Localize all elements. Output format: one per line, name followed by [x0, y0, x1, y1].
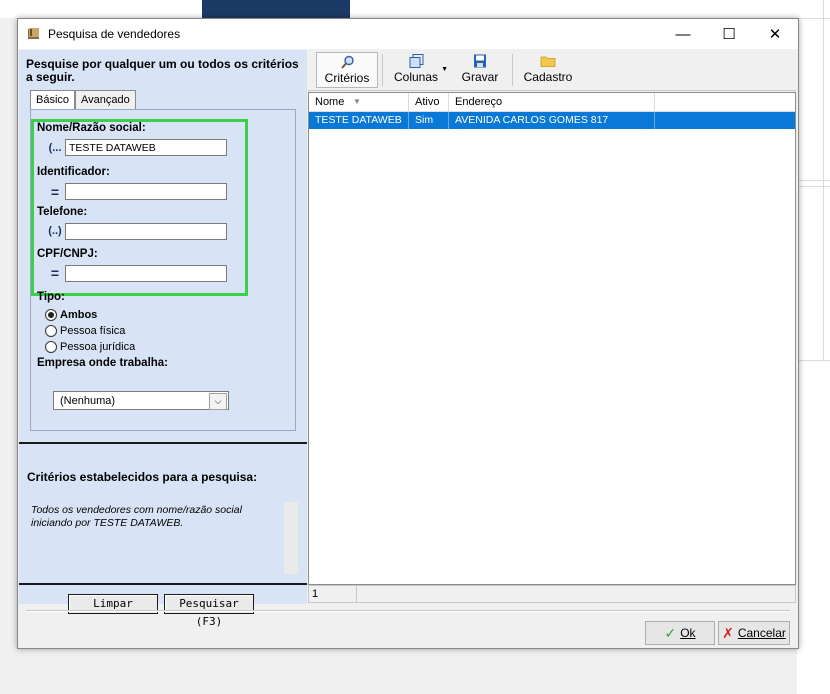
cancel-label: Cancelar	[737, 626, 786, 640]
criteria-panel: Pesquise por qualquer um ou todos os cri…	[19, 50, 307, 628]
radio-pessoa-juridica[interactable]: Pessoa jurídica	[45, 341, 135, 353]
x-icon: ✗	[722, 625, 734, 641]
gravar-label: Gravar	[461, 70, 499, 84]
sort-arrow-icon: ▼	[353, 97, 361, 106]
cancel-button[interactable]: ✗ Cancelar	[718, 621, 790, 645]
window-title: Pesquisa de vendedores	[48, 27, 181, 41]
equals-icon: =	[50, 184, 60, 200]
telefone-input[interactable]	[65, 223, 227, 240]
results-grid[interactable]: Nome ▼ Ativo Endereço TESTE DATAWEB Sim …	[308, 92, 796, 585]
toolbar-separator	[512, 54, 513, 86]
save-icon	[474, 54, 486, 68]
results-toolbar: Critérios Colunas ▼ Gravar Cadastro	[308, 50, 796, 91]
identificador-input[interactable]	[65, 183, 227, 200]
close-button[interactable]: ✕	[752, 19, 798, 49]
starts-with-icon: (...	[48, 142, 62, 154]
search-icon	[341, 55, 354, 69]
cadastro-label: Cadastro	[523, 70, 573, 84]
book-icon	[28, 28, 39, 39]
column-header-ativo[interactable]: Ativo	[409, 93, 449, 111]
status-bar: 1	[308, 585, 796, 603]
radio-icon	[45, 341, 57, 353]
divider	[19, 442, 307, 444]
gravar-toolbar-button[interactable]: Gravar	[456, 52, 504, 88]
criterios-heading: Critérios estabelecidos para a pesquisa:	[27, 470, 258, 484]
radio-label: Pessoa física	[60, 325, 126, 337]
divider	[19, 583, 307, 585]
columns-icon	[409, 54, 424, 68]
contains-icon: (..)	[48, 225, 62, 237]
criterios-scrollbar[interactable]	[284, 502, 298, 574]
background-app	[0, 0, 830, 18]
nome-input[interactable]: TESTE DATAWEB	[65, 139, 227, 156]
radio-ambos[interactable]: Ambos	[45, 309, 97, 321]
dropdown-arrow-icon[interactable]: ▼	[441, 66, 448, 73]
criterios-text: Todos os vendedores com nome/razão socia…	[31, 504, 242, 529]
cpf-label: CPF/CNPJ:	[37, 248, 98, 260]
radio-pessoa-fisica[interactable]: Pessoa física	[45, 325, 125, 337]
checkmark-icon: ✓	[664, 625, 677, 641]
maximize-button[interactable]: ☐	[706, 19, 752, 49]
background-app-right	[797, 0, 830, 694]
empresa-selected: (Nenhuma)	[60, 395, 116, 407]
identificador-label: Identificador:	[37, 166, 110, 178]
equals-icon: =	[50, 265, 60, 281]
colunas-toolbar-button[interactable]: Colunas ▼	[388, 52, 448, 88]
radio-icon	[45, 325, 57, 337]
cell-ativo: Sim	[409, 112, 449, 129]
criteria-heading: Pesquise por qualquer um ou todos os cri…	[26, 57, 299, 84]
nome-label: Nome/Razão social:	[37, 122, 146, 134]
cell-endereco: AVENIDA CARLOS GOMES 817 TÉRREO	[449, 112, 655, 143]
column-header-endereco[interactable]: Endereço	[449, 93, 655, 111]
grid-header: Nome ▼ Ativo Endereço	[309, 93, 795, 112]
ok-button[interactable]: ✓ Ok	[645, 621, 715, 645]
empresa-label: Empresa onde trabalha:	[37, 357, 169, 369]
toolbar-separator	[382, 54, 383, 86]
background-banner	[202, 0, 350, 18]
cadastro-toolbar-button[interactable]: Cadastro	[520, 52, 576, 88]
divider	[26, 611, 790, 612]
telefone-label: Telefone:	[37, 206, 88, 218]
minimize-button[interactable]: —	[660, 19, 706, 49]
ok-label: Ok	[680, 626, 696, 640]
column-header-nome[interactable]: Nome ▼	[309, 93, 409, 111]
record-count: 1	[309, 586, 357, 602]
radio-label: Pessoa jurídica	[60, 341, 136, 353]
folder-icon	[540, 56, 556, 67]
empresa-select[interactable]: (Nenhuma) ⌵	[53, 391, 229, 410]
colunas-label: Colunas	[393, 70, 439, 84]
tipo-label: Tipo:	[37, 291, 65, 303]
cell-nome: TESTE DATAWEB	[309, 112, 409, 129]
title-bar: Pesquisa de vendedores — ☐ ✕	[18, 19, 798, 49]
cpf-input[interactable]	[65, 265, 227, 282]
column-header-label: Nome	[315, 96, 345, 108]
criterios-toolbar-button[interactable]: Critérios	[316, 52, 378, 88]
criterios-label: Critérios	[324, 71, 370, 85]
search-dialog: Pesquisa de vendedores — ☐ ✕ Pesquise po…	[17, 18, 799, 649]
criterios-summary: Todos os vendedores com nome/razão socia…	[27, 500, 301, 576]
chevron-down-icon[interactable]: ⌵	[209, 393, 227, 410]
radio-checked-icon	[45, 309, 57, 321]
radio-label: Ambos	[60, 309, 98, 321]
table-row[interactable]: TESTE DATAWEB Sim AVENIDA CARLOS GOMES 8…	[309, 112, 795, 143]
